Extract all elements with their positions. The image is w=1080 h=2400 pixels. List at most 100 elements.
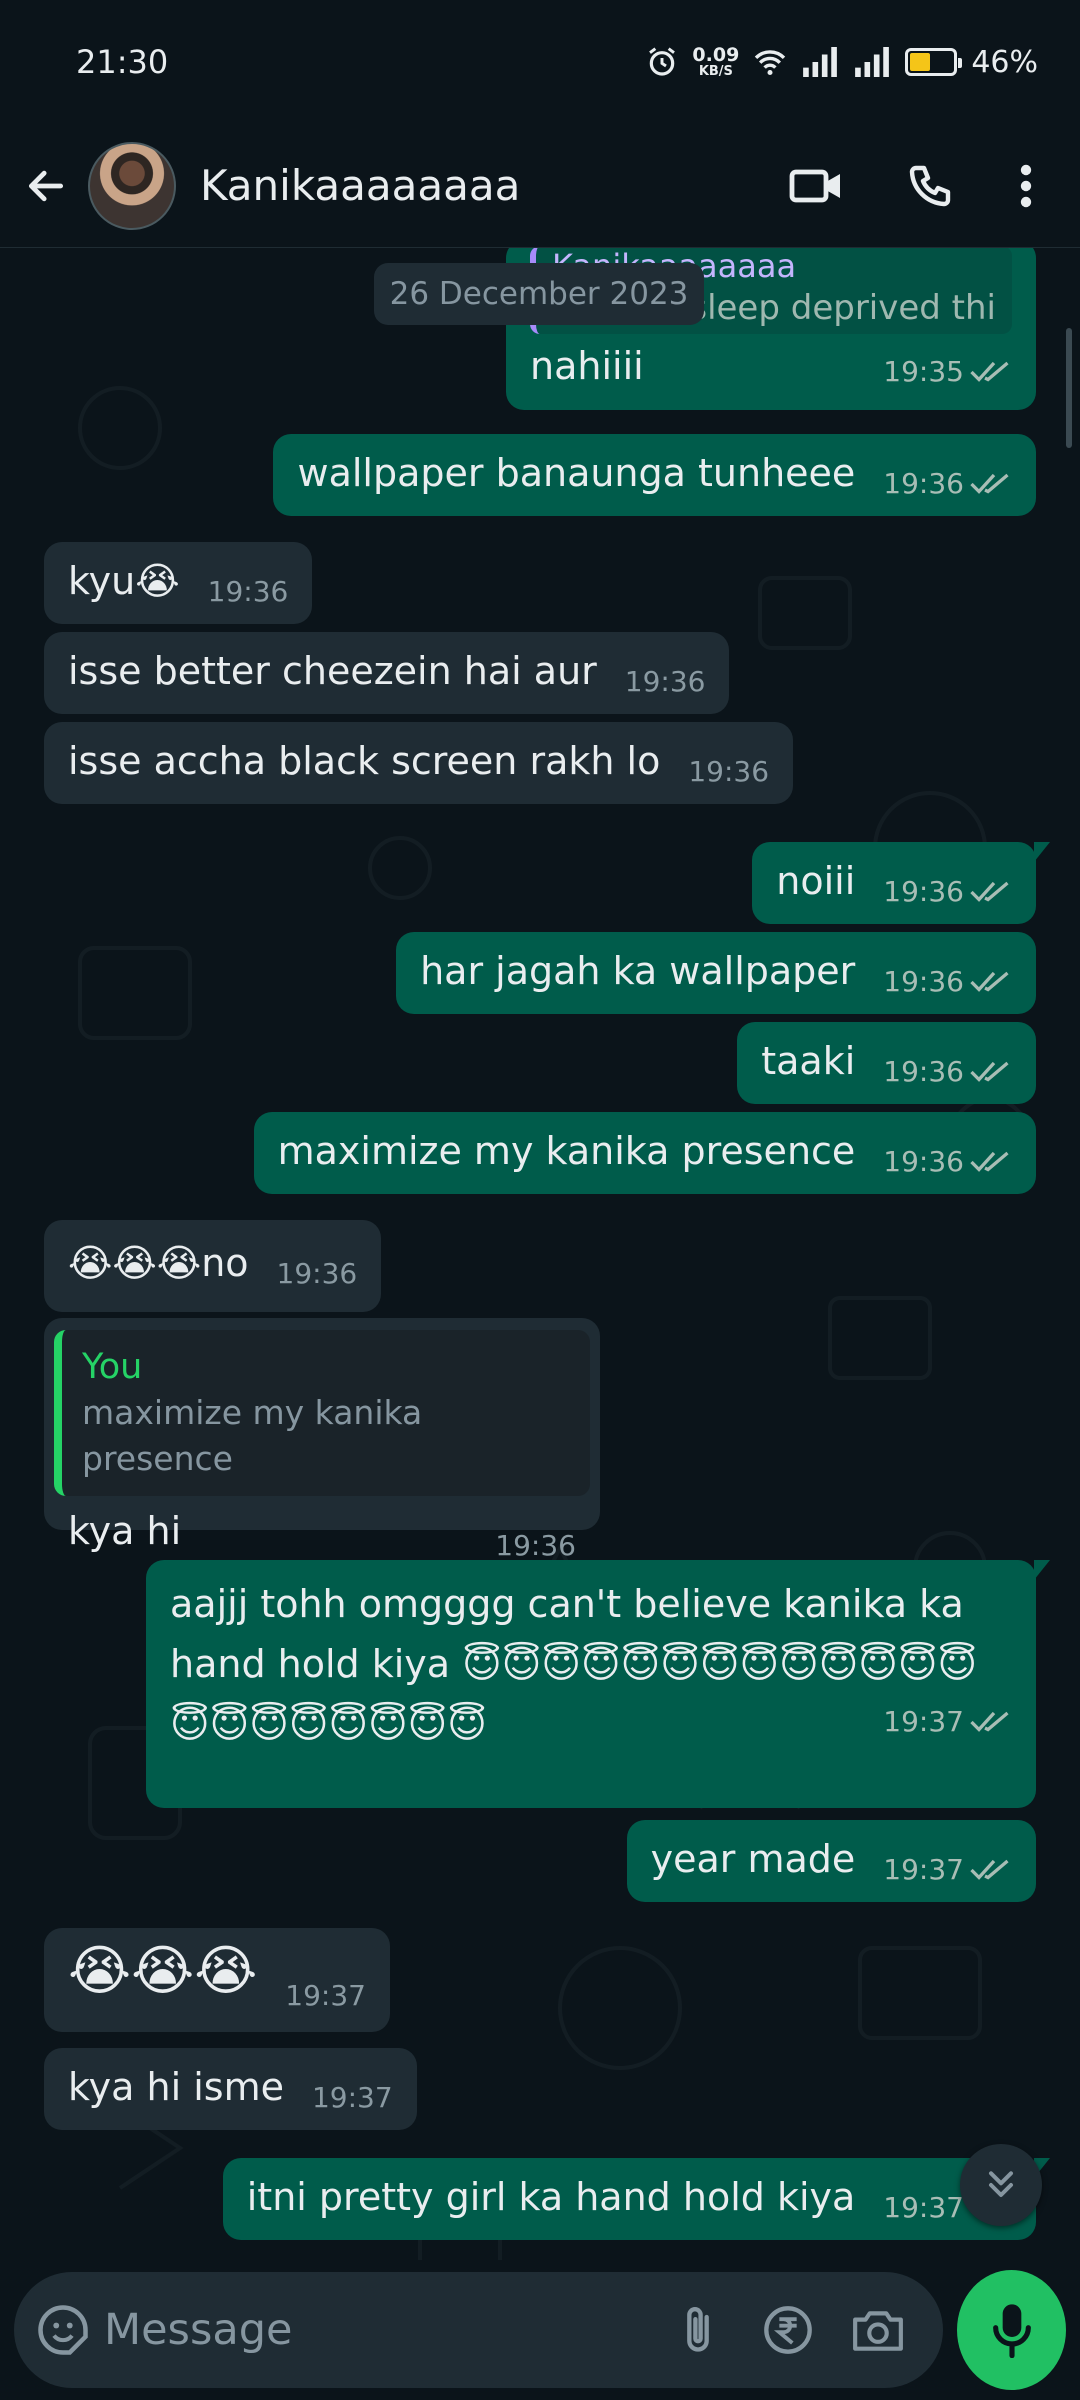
message-time: 19:37 — [883, 1705, 964, 1738]
chat-header: Kanikaaaaaaaa — [0, 124, 1080, 248]
camera-button[interactable] — [843, 2295, 913, 2365]
double-tick-icon — [970, 1711, 1009, 1732]
message-composer-bar — [0, 2260, 1080, 2400]
chat-area[interactable]: Kanikaaaaaaaa I sleep deprived thi nahii… — [0, 248, 1080, 2280]
message-meta: 19:37 — [883, 1852, 1012, 1888]
message-out[interactable]: itni pretty girl ka hand hold kiya 19:37 — [222, 2158, 1051, 2240]
message-text: year made — [650, 1837, 856, 1881]
message-out[interactable]: maximize my kanika presence 19:36 — [253, 1112, 1036, 1194]
scroll-to-bottom-button[interactable] — [960, 2144, 1042, 2226]
message-time: 19:37 — [883, 2191, 964, 2224]
attach-icon — [687, 2307, 709, 2352]
emoji-icon[interactable] — [36, 2303, 90, 2357]
status-bar: 21:30 0.09 KB/S 46% — [0, 0, 1080, 124]
message-time: 19:36 — [883, 965, 964, 998]
reply-quote[interactable]: You maximize my kanika presence — [54, 1330, 590, 1496]
video-call-icon — [789, 169, 840, 202]
message-time: 19:36 — [883, 467, 964, 500]
message-in[interactable]: kya hi isme 19:37 — [44, 2048, 417, 2130]
message-in[interactable]: 😭😭😭no 19:36 — [44, 1220, 382, 1312]
signal-icon-1 — [803, 47, 838, 77]
voice-call-button[interactable] — [882, 138, 978, 234]
wifi-icon — [755, 50, 786, 76]
message-meta: 19:35 — [883, 354, 1012, 390]
message-text: isse accha black screen rakh lo — [68, 739, 661, 783]
message-meta: 19:36 — [883, 1054, 1012, 1090]
alarm-icon — [649, 47, 676, 76]
back-button[interactable] — [4, 144, 88, 228]
message-input[interactable] — [104, 2305, 643, 2355]
message-text: nahiiii — [530, 344, 644, 388]
message-text: taaki — [761, 1039, 856, 1083]
message-time: 19:35 — [883, 355, 964, 388]
message-meta: 19:36 — [277, 1256, 358, 1292]
message-meta: 19:36 — [625, 664, 706, 700]
message-composer[interactable] — [14, 2272, 943, 2388]
message-meta: 19:37 — [883, 1704, 1012, 1740]
message-meta: 19:36 — [688, 754, 769, 790]
battery-icon — [905, 48, 963, 76]
reply-sender: You — [82, 1347, 143, 1387]
message-meta: 19:36 — [883, 1144, 1012, 1180]
message-time: 19:36 — [207, 575, 289, 608]
date-separator: 26 December 2023 — [374, 263, 704, 325]
voice-record-button[interactable] — [957, 2270, 1066, 2390]
message-text: 😭😭😭 — [68, 1939, 258, 2002]
video-call-button[interactable] — [768, 138, 864, 234]
message-text: kya hi — [68, 1509, 182, 1553]
message-out[interactable]: year made 19:37 — [626, 1820, 1036, 1902]
status-time: 21:30 — [76, 43, 169, 81]
scrollbar[interactable] — [1066, 328, 1072, 448]
message-in[interactable]: kyu😭 19:36 — [44, 542, 313, 624]
attach-button[interactable] — [663, 2295, 733, 2365]
message-in[interactable]: isse accha black screen rakh lo 19:36 — [44, 722, 794, 804]
message-text: har jagah ka wallpaper — [420, 949, 856, 993]
status-icons: 0.09 KB/S 46% — [646, 45, 1038, 80]
double-tick-icon — [970, 1151, 1009, 1172]
message-in[interactable]: isse better cheezein hai aur 19:36 — [44, 632, 730, 714]
double-tick-icon — [970, 1859, 1009, 1880]
rupee-payment-icon — [764, 2306, 812, 2354]
contact-avatar[interactable] — [88, 141, 176, 230]
message-out[interactable]: har jagah ka wallpaper 19:36 — [396, 932, 1036, 1014]
message-meta: 19:36 — [208, 574, 289, 610]
double-tick-icon — [970, 971, 1009, 992]
message-meta: 19:36 — [883, 964, 1012, 1000]
network-speed-unit: KB/S — [698, 64, 733, 79]
message-out[interactable]: noiii 19:36 — [752, 842, 1050, 924]
message-meta: 19:36 — [883, 874, 1012, 910]
message-text: kyu😭 — [68, 559, 180, 603]
message-text: 😭😭😭no — [68, 1241, 249, 1285]
network-speed: 0.09 KB/S — [692, 46, 739, 79]
message-out[interactable]: taaki 19:36 — [737, 1022, 1036, 1104]
message-time: 19:36 — [883, 1145, 964, 1178]
message-time: 19:37 — [311, 2081, 393, 2114]
back-arrow-icon — [28, 170, 64, 201]
message-meta: 19:36 — [883, 466, 1012, 502]
message-time: 19:36 — [624, 665, 706, 698]
message-text: itni pretty girl ka hand hold kiya — [246, 2175, 856, 2219]
signal-icon-2 — [855, 47, 890, 77]
double-tick-icon — [970, 1061, 1009, 1082]
message-text: wallpaper banaunga tunheee — [297, 451, 856, 495]
double-tick-icon — [970, 361, 1009, 382]
message-out[interactable]: aajjj tohh omgggg can't believe kanika k… — [146, 1560, 1050, 1808]
message-out[interactable]: wallpaper banaunga tunheee 19:36 — [273, 434, 1036, 516]
message-text: isse better cheezein hai aur — [68, 649, 597, 693]
payment-button[interactable] — [753, 2295, 823, 2365]
double-tick-icon — [970, 881, 1009, 902]
message-time: 19:36 — [883, 1055, 964, 1088]
message-in[interactable]: 😭😭😭 19:37 — [44, 1928, 390, 2032]
more-options-button[interactable] — [978, 138, 1074, 234]
message-time: 19:36 — [688, 755, 770, 788]
message-text: kya hi isme — [68, 2065, 284, 2109]
message-time: 19:37 — [285, 1979, 366, 2012]
double-tick-icon — [970, 473, 1009, 494]
message-text: maximize my kanika presence — [277, 1129, 856, 1173]
message-meta: 19:37 — [312, 2080, 393, 2116]
message-meta: 19:37 — [285, 1978, 366, 2014]
battery-fill — [910, 53, 930, 71]
contact-name[interactable]: Kanikaaaaaaaa — [200, 161, 768, 210]
double-chevron-down-icon — [989, 2171, 1013, 2197]
message-in-reply[interactable]: You maximize my kanika presence kya hi 1… — [44, 1318, 600, 1562]
